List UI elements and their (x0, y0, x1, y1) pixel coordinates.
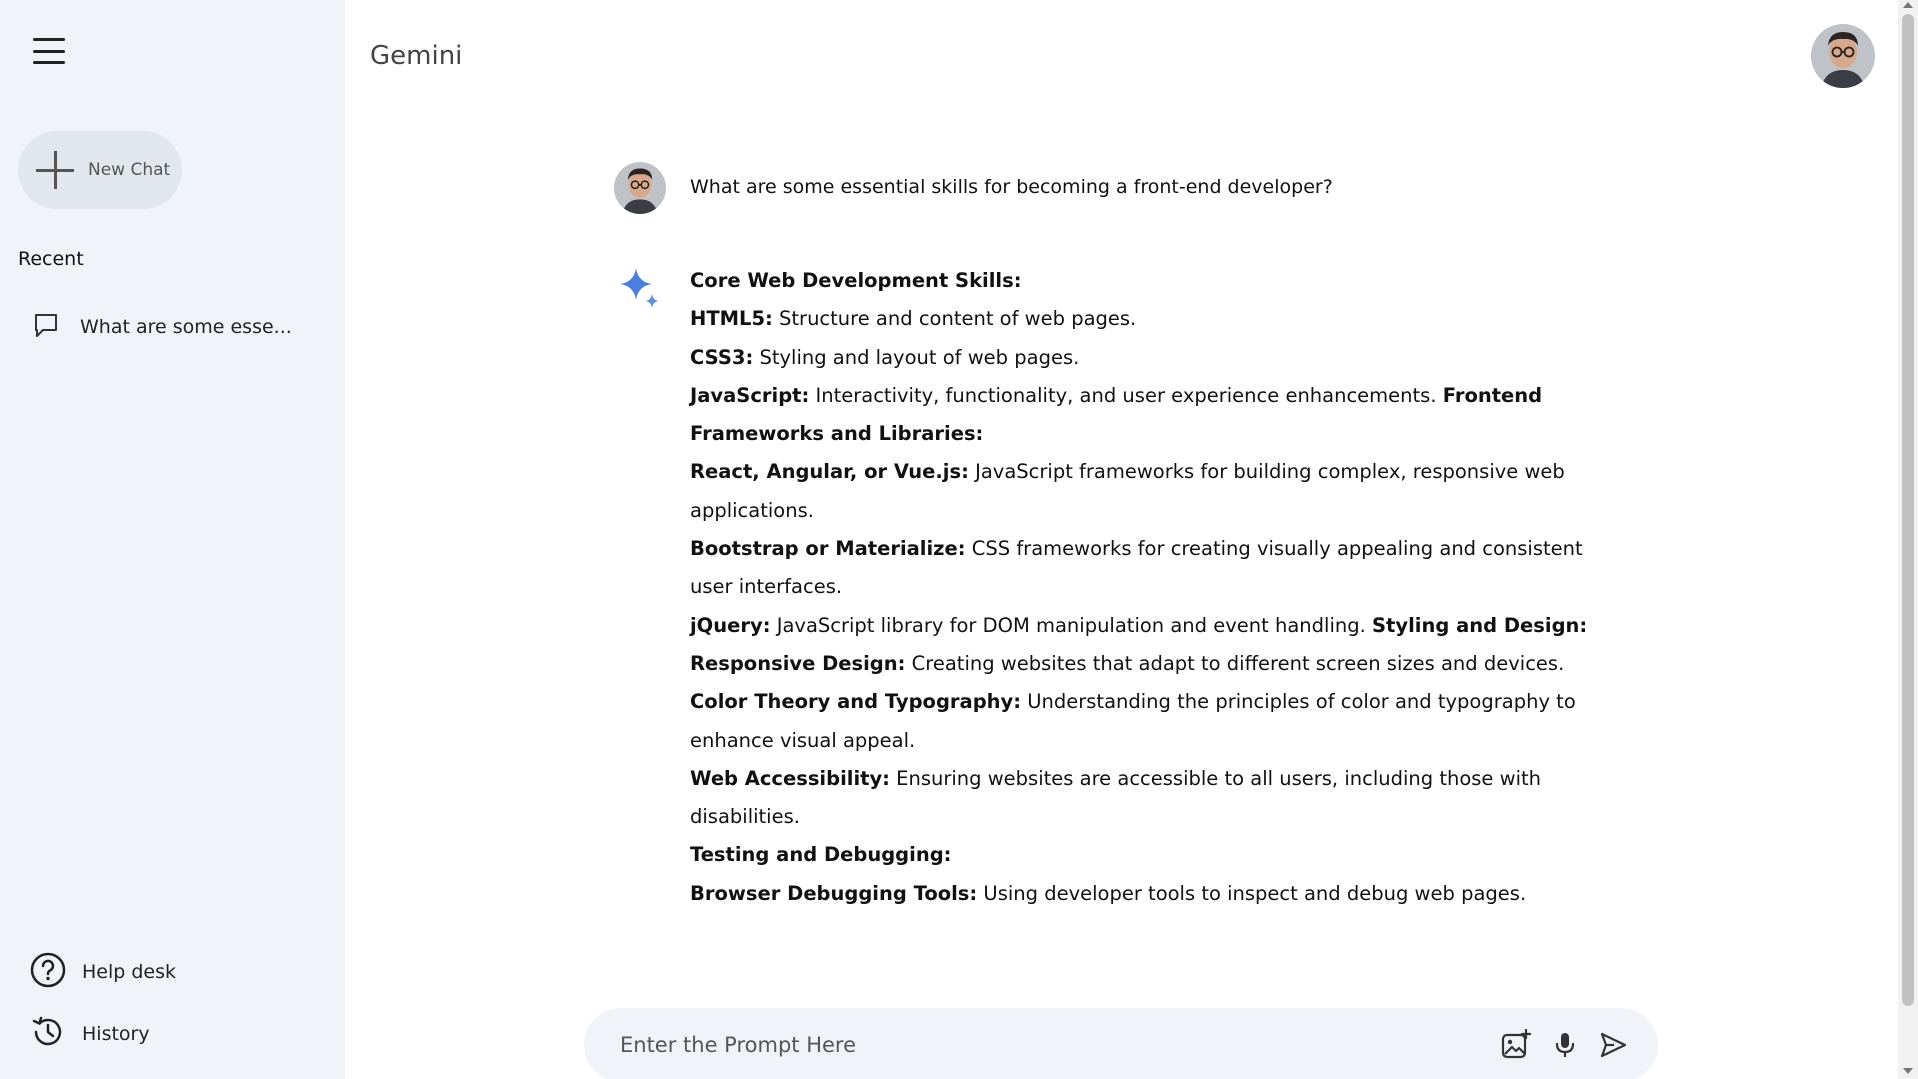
history-icon (30, 1014, 66, 1054)
help-desk-label: Help desk (82, 961, 177, 983)
response-line: HTML5: Structure and content of web page… (690, 307, 1137, 331)
prompt-bar (584, 1008, 1658, 1079)
recent-heading: Recent (18, 248, 84, 270)
user-message: What are some essential skills for becom… (690, 176, 1333, 198)
app-title: Gemini (370, 41, 463, 71)
send-icon[interactable] (1598, 1030, 1628, 1060)
response-line: jQuery: JavaScript library for DOM manip… (690, 613, 1588, 637)
prompt-input[interactable] (620, 1033, 1500, 1057)
app-window: New Chat Recent What are some esse... He… (0, 0, 1918, 1079)
help-icon (30, 952, 66, 992)
scroll-thumb[interactable] (1902, 14, 1914, 1006)
user-message-avatar (614, 162, 666, 214)
new-chat-label: New Chat (88, 160, 171, 180)
gemini-sparkle-icon (618, 266, 662, 310)
response-line: Testing and Debugging: (690, 843, 952, 867)
microphone-icon[interactable] (1550, 1030, 1580, 1060)
gemini-response: Core Web Development Skills: HTML5: Stru… (690, 262, 1630, 913)
scrollbar[interactable] (1898, 0, 1918, 1079)
scroll-down-arrow-icon[interactable] (1903, 1068, 1913, 1074)
help-desk-item[interactable]: Help desk (30, 952, 176, 992)
recent-item-label: What are some esse... (80, 316, 292, 338)
response-line: JavaScript: Interactivity, functionality… (690, 383, 1543, 446)
scroll-up-arrow-icon[interactable] (1903, 2, 1913, 8)
response-line: Bootstrap or Materialize: CSS frameworks… (690, 537, 1583, 599)
recent-item[interactable]: What are some esse... (32, 307, 322, 347)
response-line: Core Web Development Skills: (690, 269, 1022, 292)
prompt-actions (1500, 1029, 1628, 1061)
response-line: Web Accessibility: Ensuring websites are… (690, 766, 1542, 829)
add-image-icon[interactable] (1500, 1029, 1532, 1061)
response-line: Color Theory and Typography: Understandi… (690, 690, 1576, 752)
new-chat-button[interactable]: New Chat (18, 131, 182, 209)
response-line: Browser Debugging Tools: Using developer… (690, 881, 1527, 905)
response-line: Responsive Design: Creating websites tha… (690, 651, 1565, 675)
response-line: React, Angular, or Vue.js: JavaScript fr… (690, 460, 1565, 522)
plus-icon (36, 151, 74, 189)
history-label: History (82, 1023, 150, 1045)
avatar[interactable] (1811, 24, 1875, 88)
chat-bubble-icon (32, 311, 60, 343)
sidebar: New Chat Recent What are some esse... He… (0, 0, 345, 1079)
menu-icon[interactable] (28, 34, 70, 68)
response-line: CSS3: Styling and layout of web pages. (690, 345, 1080, 369)
history-item[interactable]: History (30, 1014, 150, 1054)
